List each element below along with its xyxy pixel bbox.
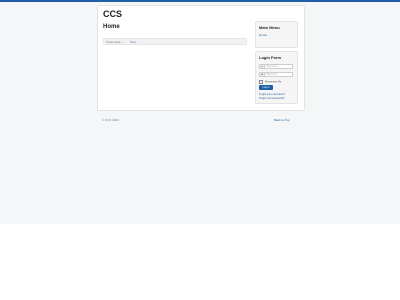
login-module: Login Form ● Username ■ Password Remembe… (255, 51, 298, 104)
page-title: Home (103, 24, 120, 30)
user-icon: ● (260, 65, 265, 68)
remember-me[interactable]: Remember Me (259, 80, 281, 84)
main-menu-item-home[interactable]: Home (259, 33, 267, 37)
remember-label: Remember Me (264, 80, 282, 84)
main-menu-title: Main Menu (259, 25, 280, 30)
login-form-title: Login Form (259, 55, 281, 60)
remember-checkbox[interactable] (259, 80, 263, 84)
footer-copyright: © CCS 2024 (102, 118, 119, 122)
forgot-password-link[interactable]: Forgot your password? (259, 97, 285, 100)
login-button[interactable]: Log in (259, 85, 273, 90)
breadcrumb-label: You are here: (106, 41, 121, 44)
top-accent-bar (0, 0, 400, 2)
breadcrumb-current: Home (129, 41, 137, 44)
content-container: CCS Home You are here: » Home Main Menu … (97, 5, 305, 111)
username-placeholder: Username (266, 65, 278, 68)
username-field[interactable]: ● Username (259, 64, 293, 69)
breadcrumb: You are here: » Home (103, 38, 247, 45)
lock-icon: ■ (260, 73, 265, 76)
main-menu-module: Main Menu Home (255, 21, 298, 48)
password-placeholder: Password (266, 73, 277, 76)
site-title[interactable]: CCS (103, 9, 122, 19)
password-field[interactable]: ■ Password (259, 72, 293, 77)
back-to-top-link[interactable]: Back to Top (274, 118, 290, 122)
breadcrumb-separator: » (122, 41, 125, 44)
